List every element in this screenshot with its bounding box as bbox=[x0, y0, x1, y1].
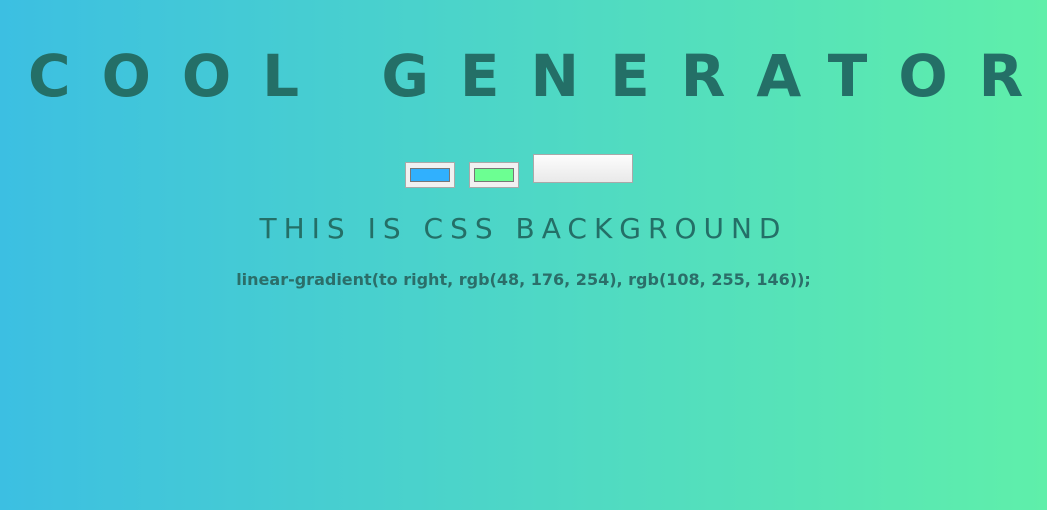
css-output-text: linear-gradient(to right, rgb(48, 176, 2… bbox=[236, 270, 811, 289]
color-picker-2-fill bbox=[474, 168, 514, 182]
color-picker-1-fill bbox=[410, 168, 450, 182]
color-picker-1[interactable] bbox=[405, 162, 455, 188]
page-title: COOL GENERATOR bbox=[28, 42, 1047, 110]
color-picker-2[interactable] bbox=[469, 162, 519, 188]
generate-button[interactable] bbox=[533, 154, 633, 183]
section-heading: THIS IS CSS BACKGROUND bbox=[259, 212, 788, 245]
